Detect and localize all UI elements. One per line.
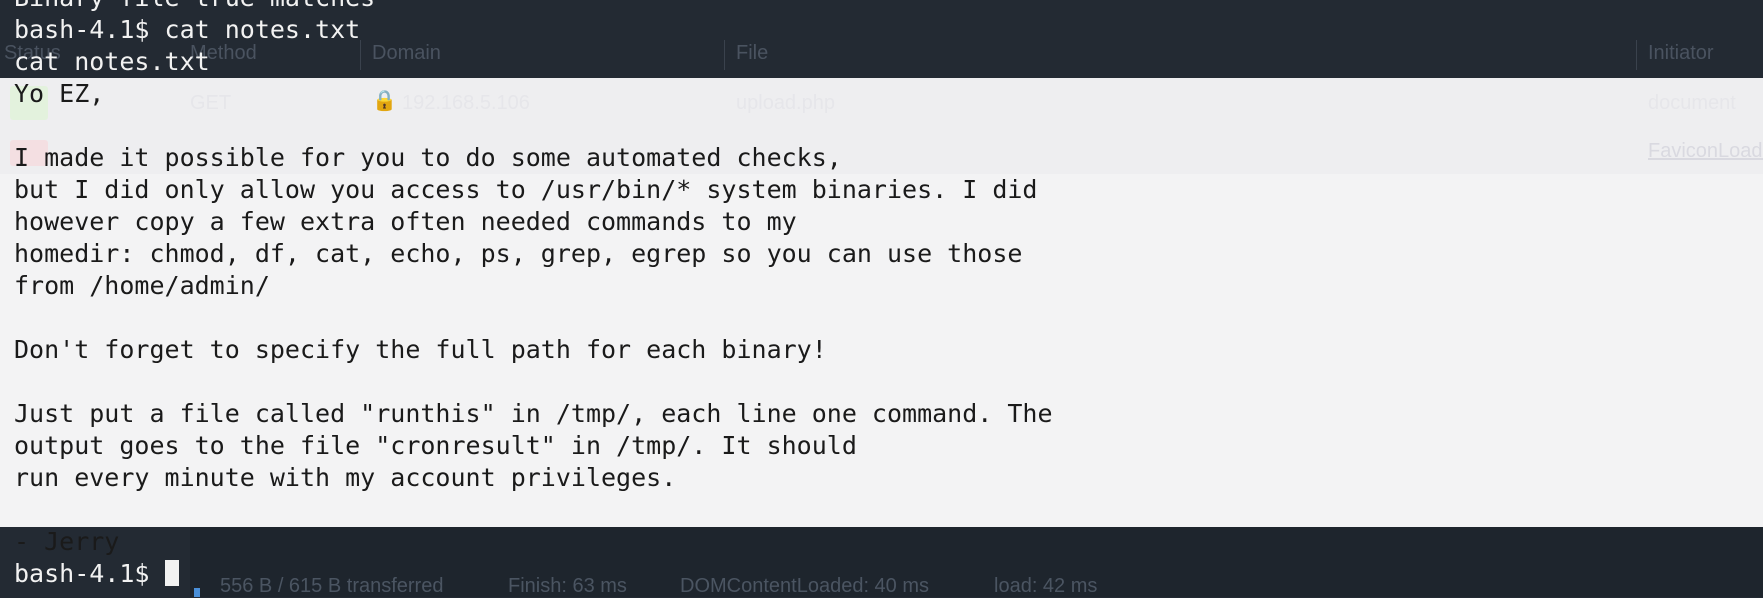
note-line bbox=[14, 494, 1053, 526]
note-line bbox=[14, 110, 1053, 142]
note-line: but I did only allow you access to /usr/… bbox=[14, 175, 1038, 204]
note-line: output goes to the file "cronresult" in … bbox=[14, 431, 857, 460]
terminal-prompt: bash-4.1$ bbox=[14, 559, 150, 588]
note-line: Yo EZ, bbox=[14, 79, 105, 108]
column-initiator[interactable]: Initiator bbox=[1648, 42, 1714, 65]
note-line bbox=[14, 366, 1053, 398]
terminal-cursor bbox=[164, 560, 179, 586]
note-signature: - Jerry bbox=[14, 527, 120, 556]
note-line bbox=[14, 302, 1053, 334]
note-line: I made it possible for you to do some au… bbox=[14, 143, 842, 172]
terminal-output[interactable]: Binary file true matches bash-4.1$ cat n… bbox=[14, 0, 1053, 590]
note-line: run every minute with my account privile… bbox=[14, 463, 677, 492]
note-line: homedir: chmod, df, cat, echo, ps, grep,… bbox=[14, 239, 1023, 268]
terminal-prompt-line[interactable]: bash-4.1$ bbox=[14, 558, 1053, 590]
column-divider bbox=[1636, 40, 1637, 70]
terminal-command: bash-4.1$ cat notes.txt bbox=[14, 15, 361, 44]
note-line: Don't forget to specify the full path fo… bbox=[14, 335, 827, 364]
note-line: however copy a few extra often needed co… bbox=[14, 207, 797, 236]
terminal-line: Binary file true matches bbox=[14, 0, 1053, 14]
row-initiator-link[interactable]: FaviconLoader bbox=[1648, 140, 1763, 163]
note-line: Just put a file called "runthis" in /tmp… bbox=[14, 399, 1053, 428]
row-initiator: document bbox=[1648, 92, 1736, 114]
note-line: from /home/admin/ bbox=[14, 271, 270, 300]
terminal-echo: cat notes.txt bbox=[14, 47, 210, 76]
